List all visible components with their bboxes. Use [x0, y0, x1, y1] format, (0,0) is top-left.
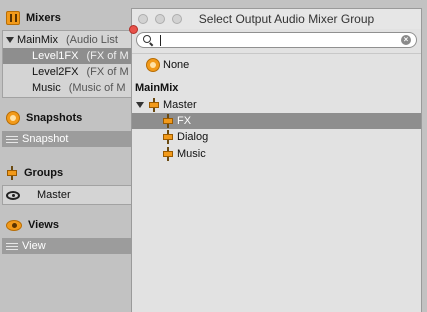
snapshots-title: Snapshots	[26, 112, 83, 124]
tree-item-fx[interactable]: FX	[132, 113, 421, 129]
mixer-desc: (Audio List	[65, 34, 118, 46]
none-label: None	[163, 59, 190, 71]
mixer-desc: (FX of M	[86, 66, 129, 78]
groups-section-header: Groups	[0, 163, 136, 183]
snapshots-section-header: Snapshots	[0, 108, 136, 128]
group-name: Master	[37, 189, 71, 201]
groups-list: Master	[2, 185, 136, 205]
groups-title: Groups	[24, 167, 64, 179]
expand-triangle-icon[interactable]	[6, 37, 14, 43]
tree-item-label: FX	[177, 115, 192, 127]
group-fader-icon	[162, 130, 174, 144]
mixer-item-mainmix[interactable]: MainMix (Audio List	[3, 32, 137, 48]
tree-item-label: Master	[163, 99, 197, 111]
mixers-title: Mixers	[26, 12, 61, 24]
clear-search-icon[interactable]: ×	[401, 35, 411, 45]
tree-item-master[interactable]: Master	[132, 97, 421, 113]
tree-item-label: Dialog	[177, 131, 209, 143]
view-label: View	[22, 240, 46, 252]
views-title: Views	[28, 219, 59, 231]
mixer-name: MainMix	[17, 34, 58, 46]
group-fader-icon	[162, 114, 174, 128]
view-item[interactable]: View	[2, 238, 136, 254]
mixer-panel: Mixers MainMix (Audio List Level1FX (FX …	[0, 0, 137, 312]
search-input[interactable]	[157, 34, 397, 46]
group-fader-icon	[148, 98, 160, 112]
mixers-list: MainMix (Audio List Level1FX (FX of M Le…	[2, 30, 137, 98]
mixers-section-header: Mixers	[0, 8, 136, 28]
snapshot-item[interactable]: Snapshot	[2, 131, 136, 147]
mixer-item-music[interactable]: Music (Music of M	[3, 80, 137, 96]
views-icon	[6, 219, 22, 231]
mixer-item-level1fx[interactable]: Level1FX (FX of M	[3, 48, 137, 64]
drag-handle-icon[interactable]	[6, 242, 18, 250]
mixer-name: Level2FX	[32, 66, 79, 78]
record-indicator-icon	[129, 25, 138, 34]
mixer-name: Music	[32, 82, 61, 94]
group-item-master[interactable]: Master	[3, 187, 137, 203]
separator	[132, 53, 421, 54]
visibility-eye-icon[interactable]	[6, 190, 20, 200]
select-output-group-window: Select Output Audio Mixer Group × None M…	[131, 8, 422, 312]
tree-item-music[interactable]: Music	[132, 146, 421, 162]
option-none[interactable]: None	[132, 57, 421, 73]
tree-item-dialog[interactable]: Dialog	[132, 129, 421, 145]
search-field[interactable]: ×	[136, 32, 417, 48]
window-title: Select Output Audio Mixer Group	[198, 12, 375, 26]
mixer-icon	[6, 11, 20, 25]
mixer-header-label: MainMix	[135, 82, 179, 94]
tree-item-label: Music	[177, 148, 206, 160]
mixer-desc: (Music of M	[68, 82, 126, 94]
expand-triangle-icon[interactable]	[136, 102, 144, 108]
window-titlebar[interactable]: Select Output Audio Mixer Group	[132, 9, 421, 29]
group-fader-icon	[162, 147, 174, 161]
none-option-icon	[146, 58, 160, 72]
mixer-group-header: MainMix	[132, 80, 421, 96]
snapshot-label: Snapshot	[22, 133, 69, 145]
text-caret	[160, 35, 161, 46]
snapshots-icon	[6, 111, 20, 125]
mixer-name: Level1FX	[32, 50, 79, 62]
group-fader-icon	[6, 166, 18, 180]
search-icon	[143, 35, 151, 43]
mixer-item-level2fx[interactable]: Level2FX (FX of M	[3, 64, 137, 80]
views-section-header: Views	[0, 215, 136, 235]
drag-handle-icon[interactable]	[6, 135, 18, 143]
mixer-desc: (FX of M	[86, 50, 129, 62]
